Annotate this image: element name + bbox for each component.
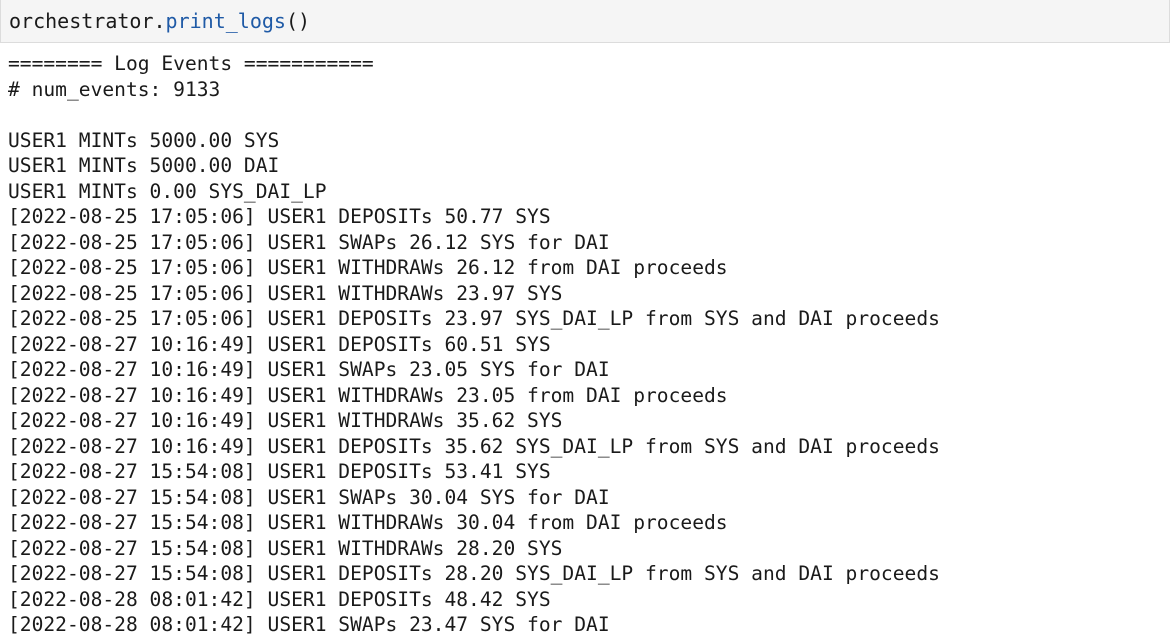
output-line: [2022-08-27 15:54:08] USER1 DEPOSITs 53.… bbox=[8, 460, 551, 483]
output-line: [2022-08-27 15:54:08] USER1 WITHDRAWs 28… bbox=[8, 536, 563, 560]
output-line: [2022-08-28 08:01:42] USER1 SWAPs 23.47 … bbox=[8, 613, 610, 636]
output-line: [2022-08-27 10:16:49] USER1 WITHDRAWs 35… bbox=[8, 409, 563, 432]
code-line[interactable]: orchestrator.print_logs() bbox=[9, 8, 310, 34]
output-line: USER1 MINTs 5000.00 DAI bbox=[8, 154, 280, 177]
output-line: [2022-08-27 15:54:08] USER1 DEPOSITs 28.… bbox=[8, 562, 940, 585]
code-object: orchestrator. bbox=[9, 9, 166, 33]
cell-output: ======== Log Events =========== # num_eve… bbox=[8, 51, 1163, 638]
output-line: USER1 MINTs 5000.00 SYS bbox=[8, 128, 280, 152]
output-line: [2022-08-25 17:05:06] USER1 WITHDRAWs 23… bbox=[8, 281, 563, 305]
code-cell-input[interactable]: orchestrator.print_logs() bbox=[0, 0, 1170, 43]
output-line: [2022-08-25 17:05:06] USER1 DEPOSITs 50.… bbox=[8, 205, 551, 228]
output-line: [2022-08-27 10:16:49] USER1 SWAPs 23.05 … bbox=[8, 358, 610, 381]
code-call-parens: () bbox=[285, 9, 311, 33]
output-line: [2022-08-27 15:54:08] USER1 WITHDRAWs 30… bbox=[8, 511, 728, 534]
output-line: # num_events: 9133 bbox=[8, 77, 221, 101]
output-blank-line bbox=[8, 102, 1163, 128]
output-line: [2022-08-25 17:05:06] USER1 WITHDRAWs 26… bbox=[8, 256, 728, 279]
output-line: USER1 MINTs 0.00 SYS_DAI_LP bbox=[8, 179, 327, 203]
output-line: [2022-08-28 08:01:42] USER1 DEPOSITs 48.… bbox=[8, 587, 551, 611]
output-line: [2022-08-25 17:05:06] USER1 DEPOSITs 23.… bbox=[8, 307, 940, 330]
output-line: [2022-08-27 10:16:49] USER1 DEPOSITs 60.… bbox=[8, 332, 551, 356]
output-line: [2022-08-25 17:05:06] USER1 SWAPs 26.12 … bbox=[8, 230, 610, 254]
output-line: [2022-08-27 15:54:08] USER1 SWAPs 30.04 … bbox=[8, 485, 610, 509]
output-line: [2022-08-27 10:16:49] USER1 DEPOSITs 35.… bbox=[8, 434, 940, 458]
code-function-name: print_logs bbox=[165, 9, 286, 33]
output-line: [2022-08-27 10:16:49] USER1 WITHDRAWs 23… bbox=[8, 383, 728, 407]
output-line: ======== Log Events =========== bbox=[8, 52, 374, 75]
